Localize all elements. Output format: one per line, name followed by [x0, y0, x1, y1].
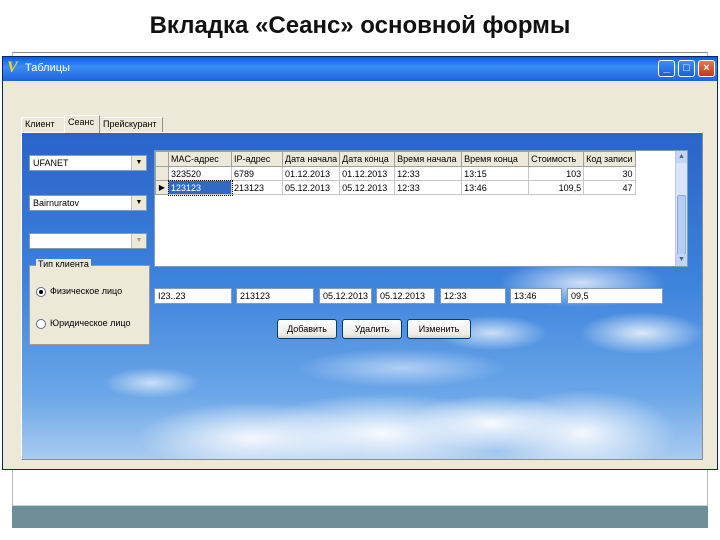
- table-cell[interactable]: 323520: [168, 166, 232, 181]
- scroll-up-icon[interactable]: ▲: [676, 151, 687, 163]
- mac-address-field[interactable]: I23..23: [154, 288, 232, 304]
- table-cell[interactable]: 47: [583, 180, 636, 195]
- chevron-down-icon[interactable]: ▼: [131, 196, 146, 210]
- client-type-groupbox: Тип клиента Физическое лицо Юридическое …: [29, 259, 150, 345]
- table-row[interactable]: ▶ 123123 213123 05.12.2013 05.12.2013 12…: [155, 179, 636, 196]
- radio-legal-label: Юридическое лицо: [50, 318, 131, 328]
- column-header[interactable]: Стоимость: [528, 151, 585, 167]
- slide-footer-bar: [12, 505, 708, 528]
- slide-title: Вкладка «Сеанс» основной формы: [149, 12, 571, 39]
- client-combo-value: Bairnuratov: [33, 198, 80, 208]
- sessions-grid[interactable]: MAC-адрес IP-адрес Дата начала Дата конц…: [154, 150, 688, 267]
- delphi-v-icon: V: [7, 59, 18, 76]
- close-button[interactable]: ×: [698, 60, 715, 77]
- table-cell[interactable]: 213123: [231, 180, 283, 195]
- table-cell[interactable]: 6789: [231, 166, 283, 181]
- table-cell[interactable]: 05.12.2013: [281, 180, 341, 195]
- client-combo[interactable]: Bairnuratov ▼: [29, 195, 147, 211]
- radio-legal-entity[interactable]: Юридическое лицо: [36, 318, 131, 329]
- scrollbar-thumb[interactable]: [677, 195, 686, 255]
- tab-session[interactable]: Сеанс: [64, 115, 100, 133]
- column-header[interactable]: Дата начала: [281, 151, 341, 167]
- sessions-table: MAC-адрес IP-адрес Дата начала Дата конц…: [155, 151, 636, 196]
- delete-button[interactable]: Удалить: [342, 319, 402, 339]
- table-cell[interactable]: 12:33: [394, 180, 463, 195]
- end-time-field[interactable]: 13:46: [510, 288, 562, 304]
- column-header[interactable]: MAC-адрес: [168, 151, 232, 167]
- table-header-row: MAC-адрес IP-адрес Дата начала Дата конц…: [155, 151, 636, 167]
- chevron-down-icon[interactable]: ▼: [131, 156, 146, 170]
- table-cell[interactable]: 109,5: [528, 180, 585, 195]
- start-time-field[interactable]: 12:33: [440, 288, 506, 304]
- row-indicator[interactable]: [155, 166, 169, 181]
- column-header[interactable]: Код записи: [583, 151, 636, 167]
- table-cell[interactable]: 13:15: [461, 166, 530, 181]
- add-button[interactable]: Добавить: [277, 319, 337, 339]
- table-cell[interactable]: 103: [528, 166, 585, 181]
- start-date-field[interactable]: 05.12.2013: [319, 288, 372, 304]
- column-header[interactable]: IP-адрес: [231, 151, 283, 167]
- chevron-down-icon[interactable]: ▼: [131, 234, 146, 248]
- table-row[interactable]: 323520 6789 01.12.2013 01.12.2013 12:33 …: [155, 166, 636, 181]
- slide-divider: [12, 52, 708, 53]
- app-window: V Таблицы _ □ × Клиент Сеанс Прейскурант…: [2, 56, 718, 470]
- table-cell[interactable]: 01.12.2013: [339, 166, 396, 181]
- end-date-field[interactable]: 05.12.2013: [376, 288, 435, 304]
- minimize-button[interactable]: _: [658, 60, 675, 77]
- row-indicator[interactable]: ▶: [155, 180, 169, 195]
- radio-individual-label: Физическое лицо: [50, 286, 123, 296]
- window-titlebar[interactable]: V Таблицы _ □ ×: [3, 57, 717, 81]
- grid-vertical-scrollbar[interactable]: ▲ ▼: [675, 151, 687, 266]
- maximize-button[interactable]: □: [678, 60, 695, 77]
- scroll-down-icon[interactable]: ▼: [676, 254, 687, 266]
- column-header[interactable]: Дата конца: [339, 151, 396, 167]
- empty-combo[interactable]: ▼: [29, 233, 147, 249]
- indicator-header: [155, 151, 169, 167]
- tab-client[interactable]: Клиент: [21, 117, 65, 132]
- table-cell[interactable]: 05.12.2013: [339, 180, 396, 195]
- radio-selected-icon[interactable]: [36, 286, 46, 297]
- window-title: Таблицы: [25, 62, 70, 74]
- ip-address-field[interactable]: 213123: [236, 288, 314, 304]
- session-tab-panel: UFANET ▼ Bairnuratov ▼ ▼ Тип клиента Физ…: [21, 132, 703, 460]
- edit-button[interactable]: Изменить: [407, 319, 471, 339]
- client-type-legend: Тип клиента: [36, 259, 91, 269]
- table-cell[interactable]: 01.12.2013: [281, 166, 341, 181]
- provider-combo-value: UFANET: [33, 158, 69, 168]
- radio-individual[interactable]: Физическое лицо: [36, 286, 122, 297]
- radio-unselected-icon[interactable]: [36, 318, 46, 329]
- table-cell-selected[interactable]: 123123: [167, 179, 233, 196]
- column-header[interactable]: Время конца: [461, 151, 530, 167]
- table-cell[interactable]: 13:46: [461, 180, 530, 195]
- column-header[interactable]: Время начала: [394, 151, 463, 167]
- table-cell[interactable]: 12:33: [394, 166, 463, 181]
- tab-price-list[interactable]: Прейскурант: [99, 117, 163, 132]
- window-client-area: Клиент Сеанс Прейскурант UFANET ▼ Bairnu…: [7, 83, 713, 467]
- cost-field[interactable]: 09,5: [567, 288, 663, 304]
- provider-combo[interactable]: UFANET ▼: [29, 155, 147, 171]
- table-cell[interactable]: 30: [583, 166, 636, 181]
